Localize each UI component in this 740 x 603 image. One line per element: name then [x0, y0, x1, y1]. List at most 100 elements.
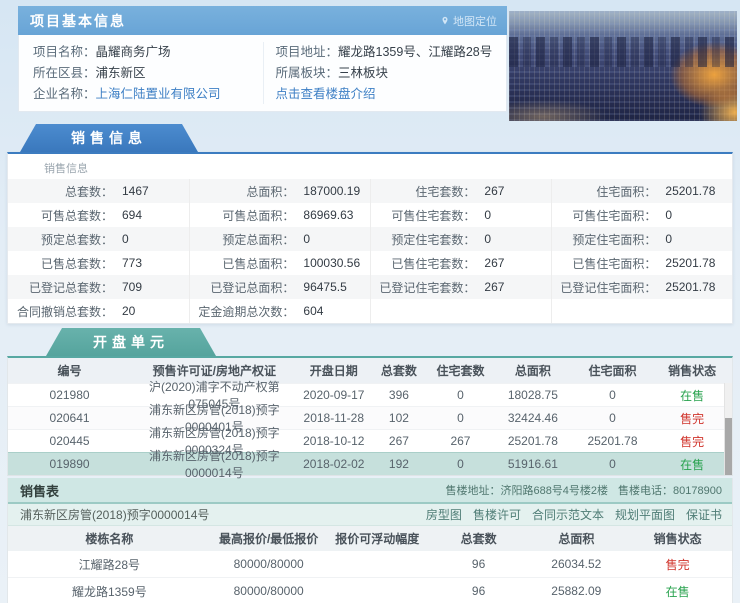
project-name-value: 晶耀商务广场	[96, 45, 171, 59]
sales-info-row: 可售总套数：694 可售总面积：86969.63 可售住宅套数：0 可售住宅面积…	[8, 203, 732, 227]
sales-table-title: 销售表	[20, 481, 59, 500]
field-value: 0	[475, 232, 491, 246]
field-label: 已售总面积：	[190, 255, 294, 272]
cell-date: 2018-02-02	[298, 457, 370, 471]
cell-total-area: 32424.46	[493, 411, 573, 425]
table-row[interactable]: 021980 沪(2020)浦字不动产权第075045号 2020-09-17 …	[8, 383, 732, 406]
field-value: 25201.78	[656, 280, 715, 294]
status-badge: 在售	[652, 456, 732, 473]
address-label: 项目地址：	[276, 45, 339, 59]
field-label: 可售住宅面积：	[552, 207, 656, 224]
field-value: 0	[113, 232, 129, 246]
cell-building: 江耀路28号	[8, 556, 211, 573]
field-label: 已登记总套数：	[8, 279, 113, 296]
block-value: 三林板块	[338, 66, 388, 80]
sales-info-row: 已售总套数：773 已售总面积：100030.56 已售住宅套数：267 已售住…	[8, 251, 732, 275]
col-header-total-area: 总面积	[529, 530, 623, 547]
map-locate-link[interactable]: 地图定位	[440, 13, 497, 29]
link-sales-permit[interactable]: 售楼许可	[473, 506, 521, 523]
cell-building: 耀龙路1359号	[8, 583, 211, 600]
col-header-status: 销售状态	[623, 530, 732, 547]
cell-res-units: 267	[428, 434, 493, 448]
field-label: 可售总面积：	[190, 207, 294, 224]
link-contract-sample[interactable]: 合同示范文本	[532, 506, 604, 523]
field-label: 已售总套数：	[8, 255, 113, 272]
table-row[interactable]: 耀龙路1359号 80000/80000 96 25882.09 在售	[8, 578, 732, 603]
cell-total-area: 26034.52	[529, 557, 623, 571]
col-header-building: 楼栋名称	[8, 530, 211, 547]
field-value: 0	[475, 208, 491, 222]
cell-price: 80000/80000	[211, 557, 327, 571]
cell-id: 020445	[8, 434, 131, 448]
table-row[interactable]: 020641 浦东新区房管(2018)预字0000401号 2018-11-28…	[8, 406, 732, 429]
field-label: 预定住宅面积：	[552, 231, 656, 248]
cell-id: 021980	[8, 388, 131, 402]
status-badge: 在售	[623, 583, 732, 600]
district-value: 浦东新区	[96, 66, 146, 80]
field-value: 709	[113, 280, 142, 294]
cell-date: 2018-10-12	[298, 434, 370, 448]
sales-table-section: 销售表 售楼地址：济阳路688号4号楼2楼 售楼电话：80178900 浦东新区…	[7, 478, 733, 603]
city-photo	[509, 11, 737, 121]
opening-units-header-row: 编号 预售许可证/房地产权证 开盘日期 总套数 住宅套数 总面积 住宅面积 销售…	[8, 358, 732, 383]
project-info-panel: 项目名称：晶耀商务广场 所在区县：浦东新区 企业名称：上海仁陆置业有限公司 项目…	[18, 35, 507, 112]
field-label: 已登记住宅套数：	[371, 279, 475, 296]
sales-office-info: 售楼地址：济阳路688号4号楼2楼 售楼电话：80178900	[445, 482, 722, 498]
link-guarantee[interactable]: 保证书	[686, 506, 722, 523]
scrollbar-thumb[interactable]	[725, 418, 732, 475]
cell-total-units: 102	[370, 411, 428, 425]
col-header-status: 销售状态	[652, 362, 732, 379]
field-label: 已登记总面积：	[190, 279, 294, 296]
field-label: 定金逾期总次数：	[190, 303, 294, 320]
selected-permit-number: 浦东新区房管(2018)预字0000014号	[20, 506, 209, 523]
field-value: 0	[656, 208, 672, 222]
field-value: 25201.78	[656, 184, 715, 198]
vertical-scrollbar[interactable]	[724, 383, 732, 475]
map-pin-icon	[440, 15, 450, 27]
link-floorplan[interactable]: 房型图	[426, 506, 462, 523]
field-label: 已售住宅面积：	[552, 255, 656, 272]
field-value: 267	[475, 184, 504, 198]
sales-info-row: 合同撤销总套数：20 定金逾期总次数：604	[8, 299, 732, 323]
table-row-selected[interactable]: 019890 浦东新区房管(2018)预字0000014号 2018-02-02…	[8, 452, 732, 475]
cell-res-area: 0	[573, 457, 653, 471]
view-intro-link[interactable]: 点击查看楼盘介绍	[276, 87, 376, 101]
col-header-float: 报价可浮动幅度	[327, 530, 428, 547]
field-label: 可售住宅套数：	[371, 207, 475, 224]
link-planning-map[interactable]: 规划平面图	[615, 506, 675, 523]
field-label: 住宅套数：	[371, 183, 475, 200]
cell-res-units: 0	[428, 411, 493, 425]
field-label: 总套数：	[8, 183, 113, 200]
sales-info-grid: 总套数：1467 总面积：187000.19 住宅套数：267 住宅面积：252…	[8, 179, 732, 323]
district-label: 所在区县：	[33, 66, 96, 80]
cell-permit: 浦东新区房管(2018)预字0000014号	[131, 447, 298, 481]
project-info-right-column: 项目地址：耀龙路1359号、江耀路28号 所属板块：三林板块 点击查看楼盘介绍	[263, 42, 507, 104]
sales-table-subband: 浦东新区房管(2018)预字0000014号 房型图 售楼许可 合同示范文本 规…	[8, 504, 732, 526]
company-link[interactable]: 上海仁陆置业有限公司	[96, 87, 221, 101]
cell-total-units: 96	[428, 557, 529, 571]
cell-total-units: 192	[370, 457, 428, 471]
sales-office-address: 售楼地址：济阳路688号4号楼2楼	[445, 482, 608, 498]
cell-res-area: 25201.78	[573, 434, 653, 448]
status-badge: 售完	[652, 433, 732, 450]
cell-total-area: 25882.09	[529, 584, 623, 598]
field-value: 267	[475, 256, 504, 270]
table-row[interactable]: 020445 浦东新区房管(2018)预字0000324号 2018-10-12…	[8, 429, 732, 452]
col-header-price: 最高报价/最低报价	[211, 530, 327, 547]
field-label: 总面积：	[190, 183, 294, 200]
tab-sales-info[interactable]: 销售信息	[20, 124, 198, 152]
sales-info-panel: 销售信息 总套数：1467 总面积：187000.19 住宅套数：267 住宅面…	[7, 152, 733, 324]
document-links: 房型图 售楼许可 合同示范文本 规划平面图 保证书	[426, 506, 722, 523]
project-info-header: 项目基本信息 地图定位	[18, 6, 507, 35]
table-row[interactable]: 江耀路28号 80000/80000 96 26034.52 售完	[8, 551, 732, 578]
cell-total-area: 18028.75	[493, 388, 573, 402]
cell-date: 2018-11-28	[298, 411, 370, 425]
field-value: 187000.19	[294, 184, 360, 198]
cell-id: 019890	[8, 457, 131, 471]
tab-opening-units[interactable]: 开盘单元	[46, 328, 216, 356]
field-value: 86969.63	[294, 208, 353, 222]
cell-res-units: 0	[428, 457, 493, 471]
field-value: 773	[113, 256, 142, 270]
field-value: 96475.5	[294, 280, 346, 294]
field-value: 100030.56	[294, 256, 360, 270]
